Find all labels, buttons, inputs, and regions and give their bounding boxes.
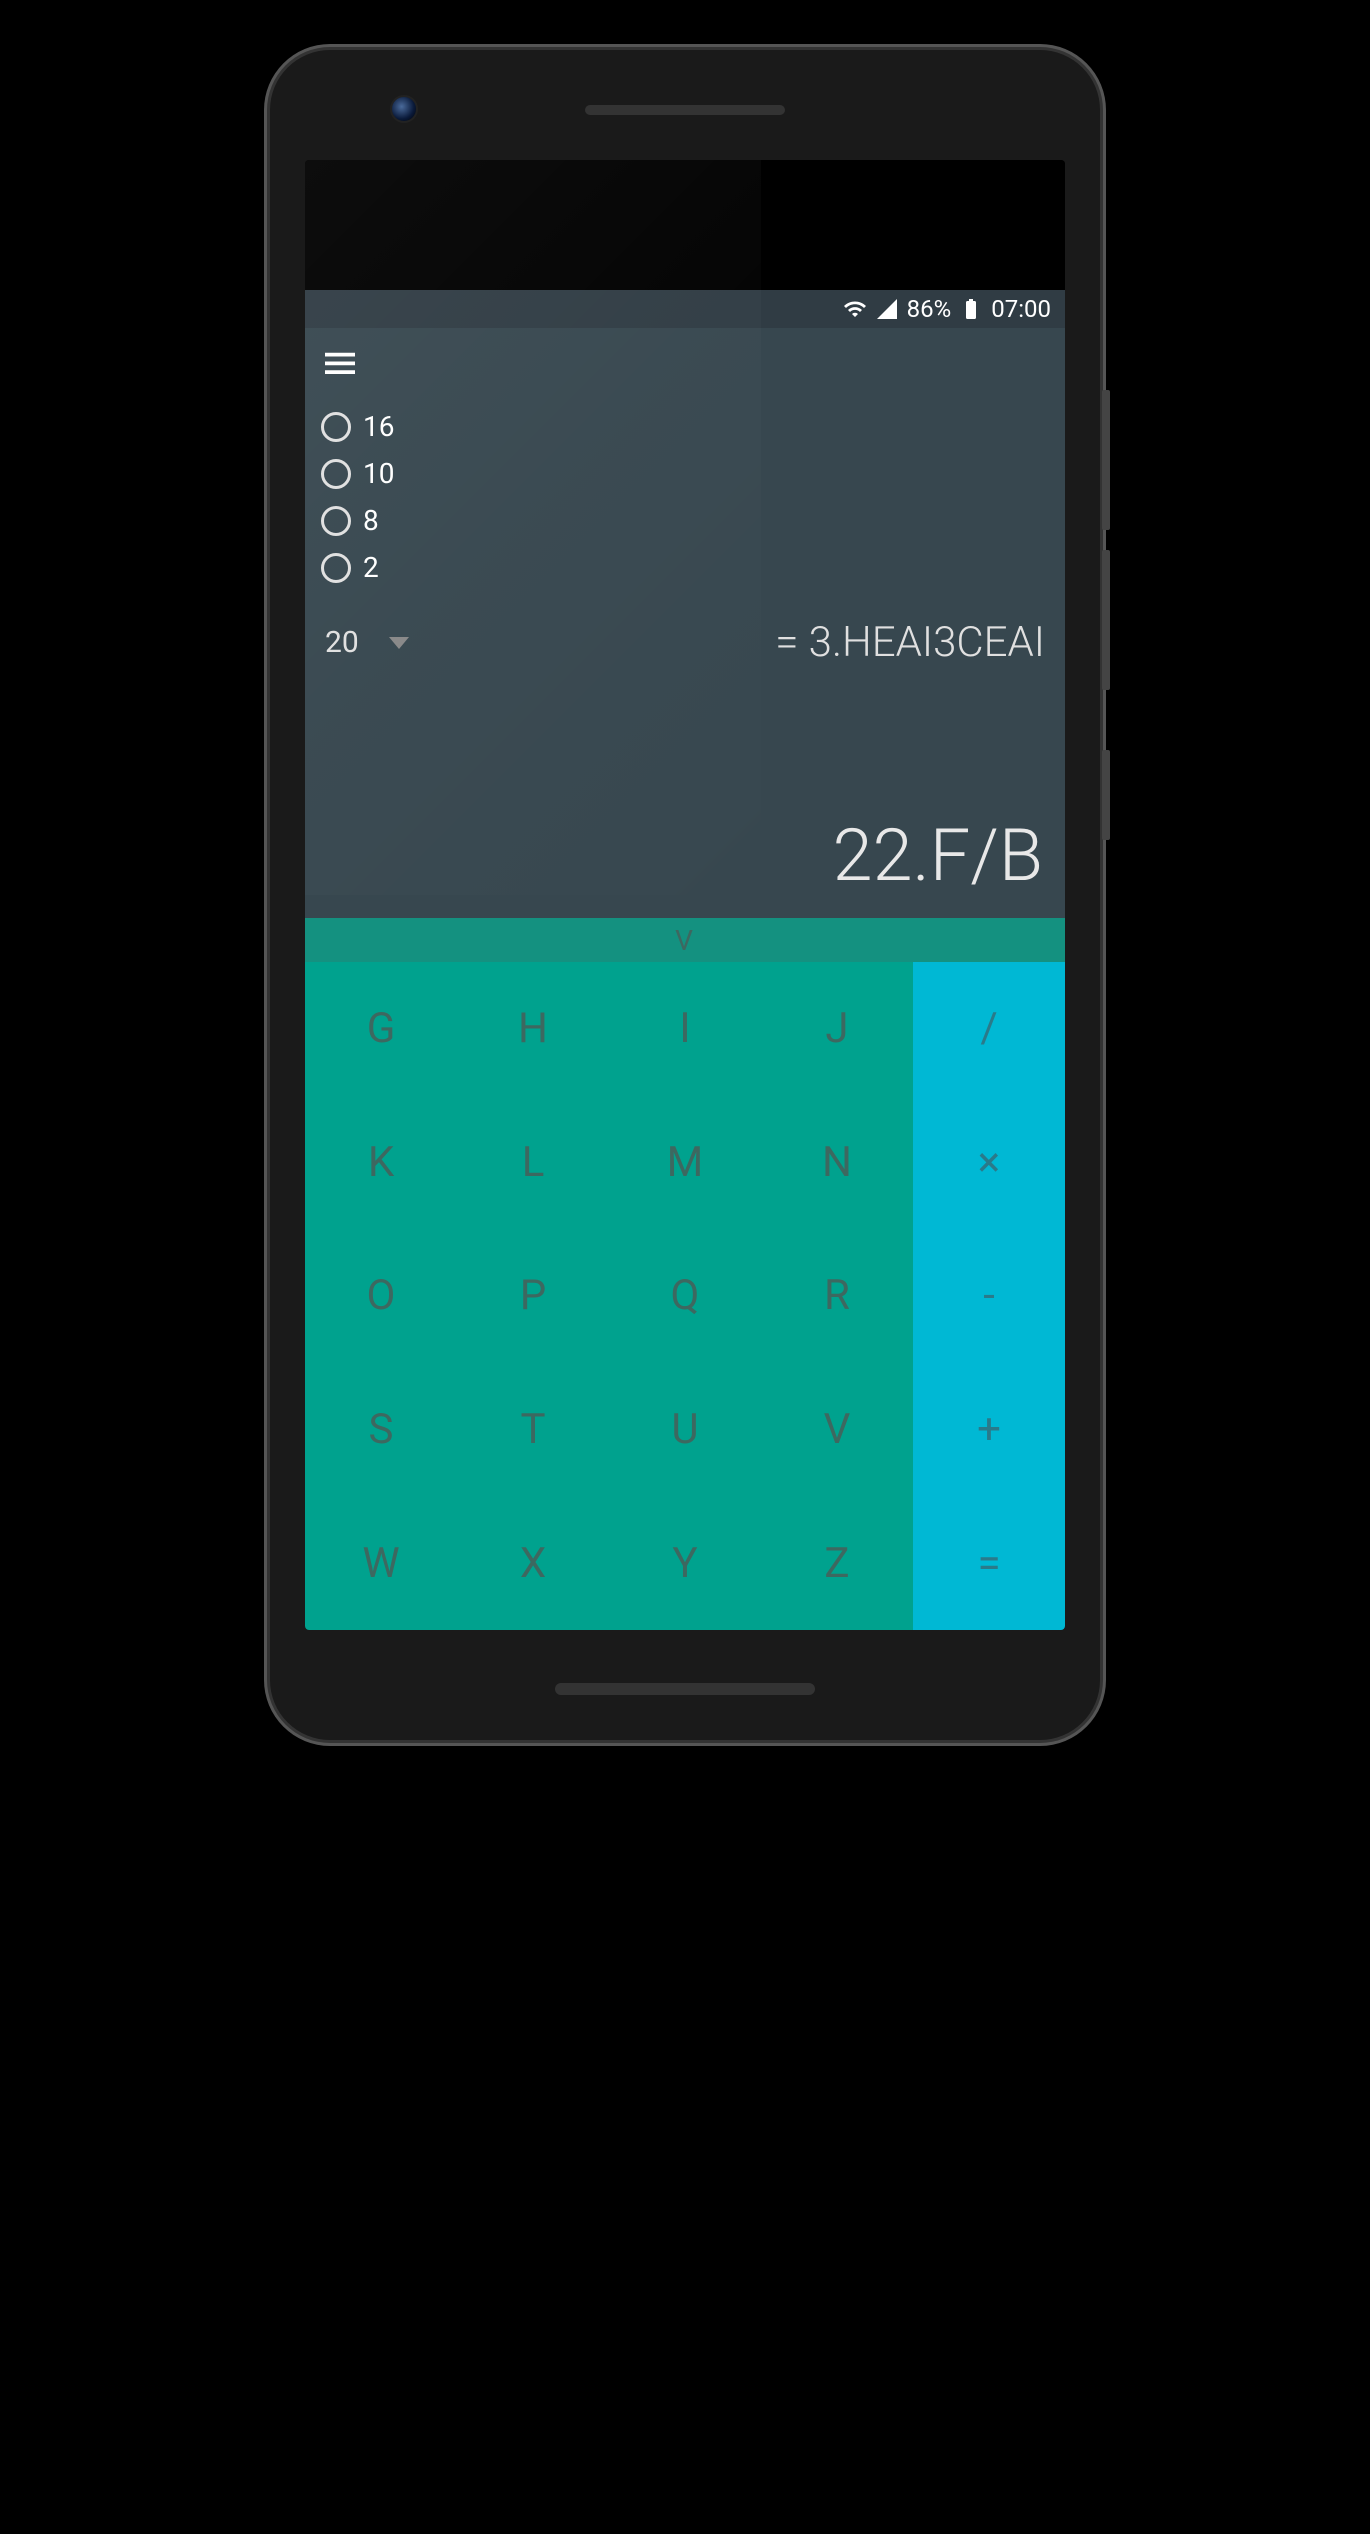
radio-base-2[interactable]: 2 xyxy=(321,547,1049,588)
divider-label: V xyxy=(675,924,695,957)
key-u[interactable]: U xyxy=(609,1363,761,1497)
radio-label: 16 xyxy=(363,410,394,443)
earpiece-speaker xyxy=(585,105,785,115)
key-t[interactable]: T xyxy=(457,1363,609,1497)
base-result-row: 20 = 3.HEAI3CEAI xyxy=(305,588,1065,667)
key-j[interactable]: J xyxy=(761,962,913,1096)
key-minus[interactable]: - xyxy=(913,1229,1065,1363)
wifi-icon xyxy=(843,297,867,321)
key-g[interactable]: G xyxy=(305,962,457,1096)
key-w[interactable]: W xyxy=(305,1496,457,1630)
operator-keys: / × - + = xyxy=(913,962,1065,1630)
signal-icon xyxy=(875,297,899,321)
result-display: = 3.HEAI3CEAI xyxy=(775,618,1045,667)
radio-label: 10 xyxy=(363,457,394,490)
radio-base-10[interactable]: 10 xyxy=(321,453,1049,494)
radio-icon xyxy=(321,412,351,442)
base-value: 20 xyxy=(325,625,359,660)
key-x[interactable]: X xyxy=(457,1496,609,1630)
key-r[interactable]: R xyxy=(761,1229,913,1363)
front-camera xyxy=(390,95,418,123)
key-plus[interactable]: + xyxy=(913,1363,1065,1497)
radio-icon xyxy=(321,553,351,583)
clock-time: 07:00 xyxy=(991,295,1051,323)
key-multiply[interactable]: × xyxy=(913,1096,1065,1230)
key-m[interactable]: M xyxy=(609,1096,761,1230)
key-v[interactable]: V xyxy=(761,1363,913,1497)
phone-frame: 86% 07:00 16 10 8 xyxy=(270,50,1100,1740)
base-dropdown[interactable]: 20 xyxy=(325,625,409,660)
status-bar: 86% 07:00 xyxy=(305,290,1065,328)
hamburger-menu-icon[interactable] xyxy=(305,328,375,390)
key-divide[interactable]: / xyxy=(913,962,1065,1096)
key-s[interactable]: S xyxy=(305,1363,457,1497)
key-y[interactable]: Y xyxy=(609,1496,761,1630)
bottom-speaker xyxy=(555,1683,815,1695)
keypad: G H I J K L M N O P Q R S T U V W X Y Z xyxy=(305,962,1065,1630)
chevron-down-icon xyxy=(389,637,409,649)
key-o[interactable]: O xyxy=(305,1229,457,1363)
battery-icon xyxy=(959,297,983,321)
key-q[interactable]: Q xyxy=(609,1229,761,1363)
battery-percent: 86% xyxy=(907,295,952,323)
volume-down-button xyxy=(1102,550,1110,690)
radio-base-8[interactable]: 8 xyxy=(321,500,1049,541)
key-i[interactable]: I xyxy=(609,962,761,1096)
panel-divider[interactable]: V xyxy=(305,918,1065,962)
key-h[interactable]: H xyxy=(457,962,609,1096)
radio-label: 8 xyxy=(363,504,379,537)
radio-base-16[interactable]: 16 xyxy=(321,406,1049,447)
key-equals[interactable]: = xyxy=(913,1496,1065,1630)
expression-display: 22.F/B xyxy=(305,793,1065,918)
display-panel: 16 10 8 2 20 xyxy=(305,328,1065,918)
base-radio-group: 16 10 8 2 xyxy=(305,390,1065,588)
key-z[interactable]: Z xyxy=(761,1496,913,1630)
volume-up-button xyxy=(1102,390,1110,530)
key-l[interactable]: L xyxy=(457,1096,609,1230)
power-button xyxy=(1102,750,1110,840)
key-p[interactable]: P xyxy=(457,1229,609,1363)
letter-keys: G H I J K L M N O P Q R S T U V W X Y Z xyxy=(305,962,913,1630)
radio-icon xyxy=(321,506,351,536)
key-n[interactable]: N xyxy=(761,1096,913,1230)
radio-label: 2 xyxy=(363,551,379,584)
top-black-bar xyxy=(305,160,1065,290)
key-k[interactable]: K xyxy=(305,1096,457,1230)
phone-screen: 86% 07:00 16 10 8 xyxy=(305,160,1065,1630)
radio-icon xyxy=(321,459,351,489)
